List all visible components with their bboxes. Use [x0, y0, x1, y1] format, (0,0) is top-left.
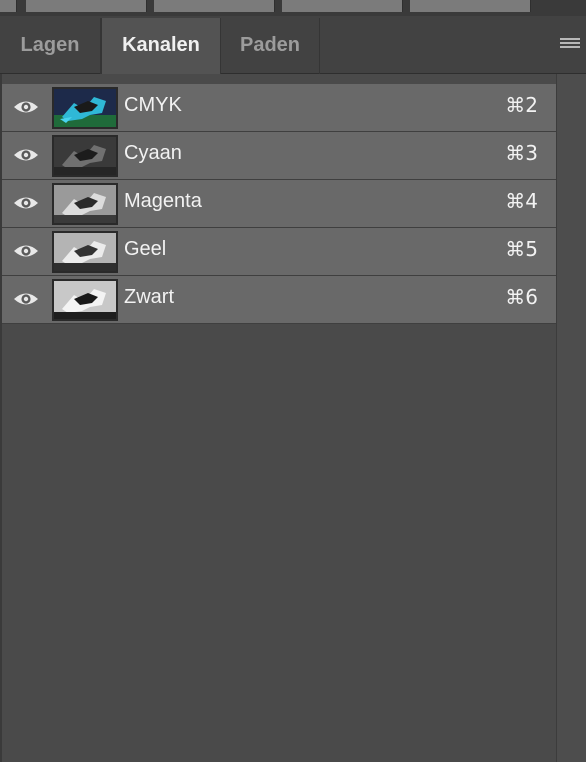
channel-row-geel[interactable]: Geel ⌘5	[2, 228, 556, 276]
channel-name: Zwart	[124, 286, 174, 308]
channel-thumbnail	[52, 279, 118, 321]
preview-tile	[282, 0, 403, 12]
channel-list: CMYK ⌘2 Cyaan ⌘3 Magenta ⌘4 Geel ⌘5 Zwar…	[2, 84, 556, 324]
channel-shortcut: ⌘6	[505, 285, 538, 309]
channel-thumbnail	[52, 231, 118, 273]
panel-tab-bar: Lagen Kanalen Paden	[0, 16, 586, 75]
preview-tile	[154, 0, 275, 12]
channel-thumbnail	[52, 183, 118, 225]
tab-kanalen[interactable]: Kanalen	[101, 18, 221, 75]
preview-tile	[26, 0, 147, 12]
preview-tile	[410, 0, 531, 12]
channel-name: Geel	[124, 238, 167, 260]
preview-tile	[0, 0, 17, 12]
tab-lagen[interactable]: Lagen	[0, 18, 101, 74]
eye-icon[interactable]	[13, 241, 39, 261]
channel-shortcut: ⌘4	[505, 189, 538, 213]
channel-name: Magenta	[124, 190, 202, 212]
panel-menu-icon[interactable]	[560, 38, 580, 52]
channel-shortcut: ⌘5	[505, 237, 538, 261]
channel-thumbnail	[52, 87, 118, 129]
channel-row-magenta[interactable]: Magenta ⌘4	[2, 180, 556, 228]
eye-icon[interactable]	[13, 193, 39, 213]
tab-paden[interactable]: Paden	[221, 18, 320, 74]
channel-thumbnail	[52, 135, 118, 177]
channel-name: CMYK	[124, 94, 182, 116]
panel-scroll-gutter	[556, 74, 586, 762]
channel-row-cmyk[interactable]: CMYK ⌘2	[2, 84, 556, 132]
channel-name: Cyaan	[124, 142, 182, 164]
channel-shortcut: ⌘2	[505, 93, 538, 117]
channel-row-zwart[interactable]: Zwart ⌘6	[2, 276, 556, 324]
canvas-preview-strip	[0, 0, 586, 16]
eye-icon[interactable]	[13, 97, 39, 117]
channel-row-cyaan[interactable]: Cyaan ⌘3	[2, 132, 556, 180]
eye-icon[interactable]	[13, 289, 39, 309]
channel-shortcut: ⌘3	[505, 141, 538, 165]
eye-icon[interactable]	[13, 145, 39, 165]
